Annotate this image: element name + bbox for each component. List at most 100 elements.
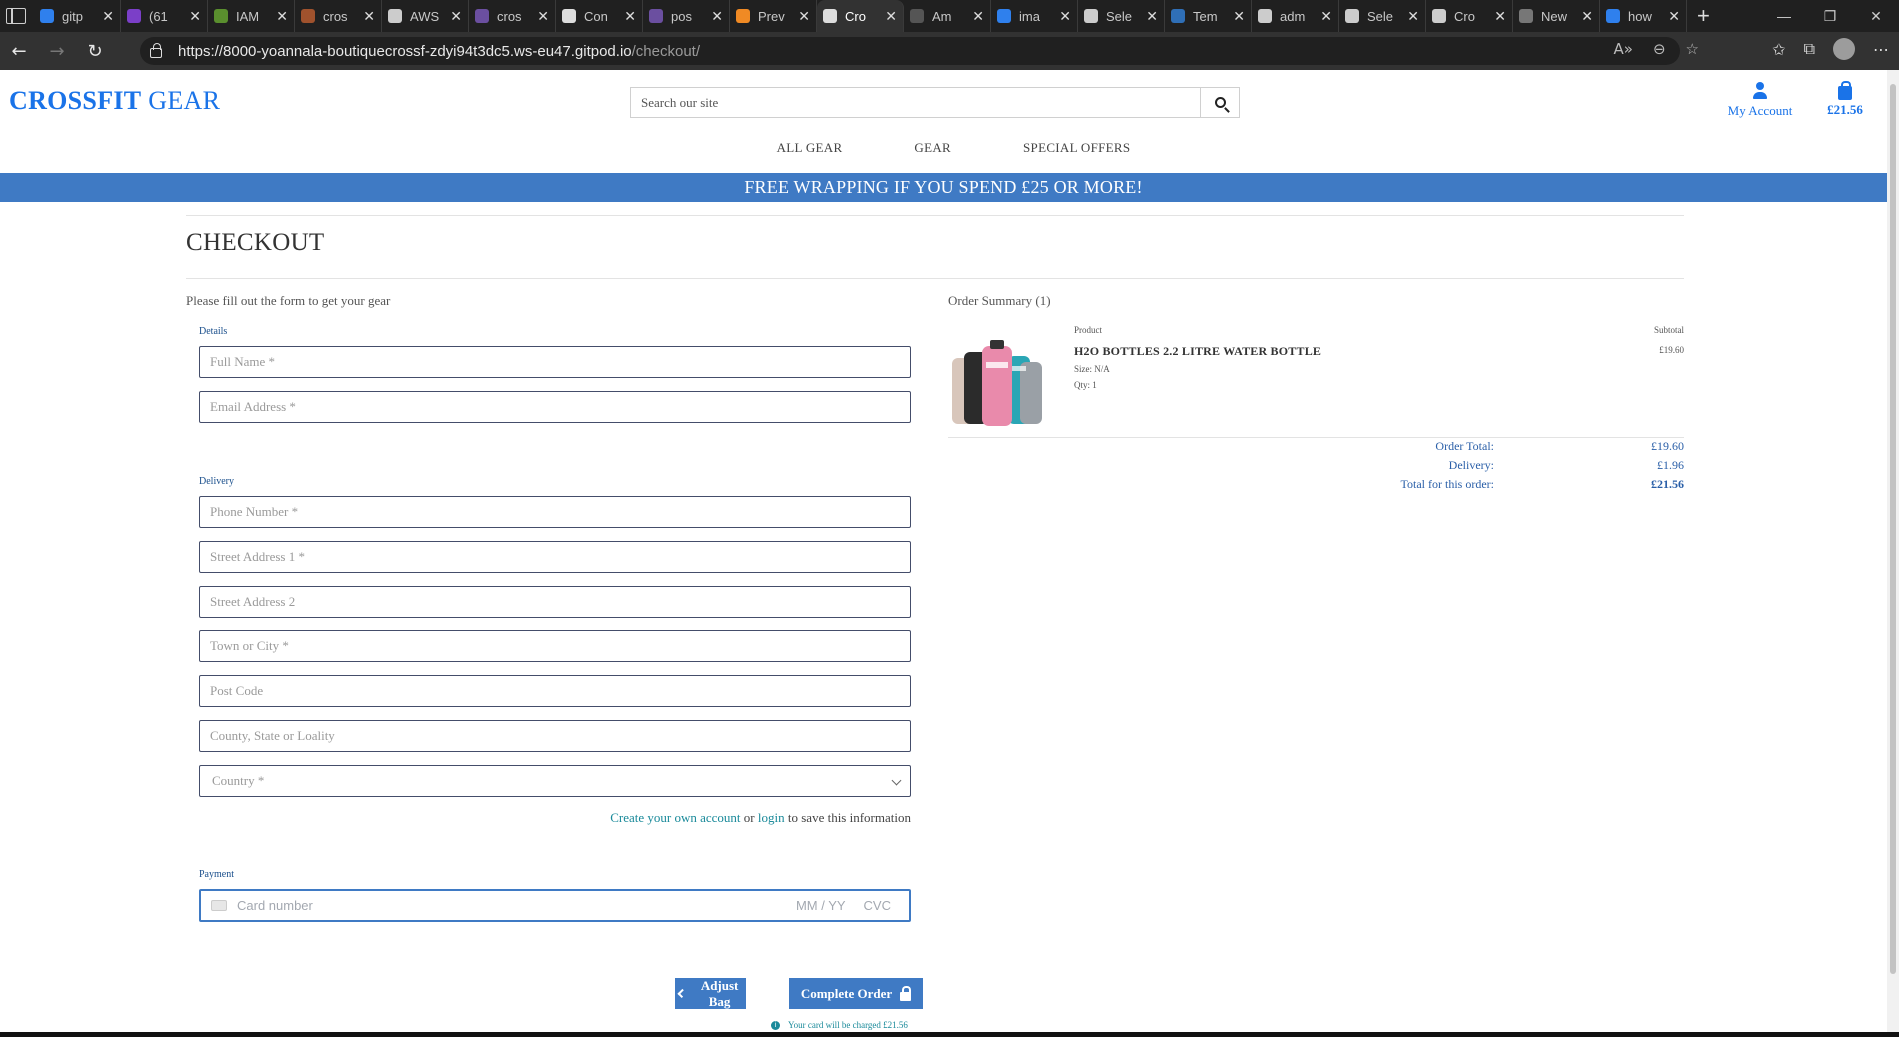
forward-icon[interactable]: → — [38, 41, 76, 62]
new-tab-icon[interactable]: + — [1697, 3, 1710, 29]
close-tab-icon[interactable]: ✕ — [1494, 8, 1506, 25]
login-link[interactable]: login — [758, 810, 785, 825]
payment-legend: Payment — [199, 869, 234, 880]
browser-tab[interactable]: how ✕ — [1600, 0, 1687, 32]
tab-title: Cro — [1454, 8, 1475, 24]
phone-field[interactable] — [199, 496, 911, 528]
tab-title: pos — [671, 8, 692, 24]
browser-tab[interactable]: Sele ✕ — [1078, 0, 1165, 32]
browser-tab[interactable]: IAM ✕ — [208, 0, 295, 32]
close-tab-icon[interactable]: ✕ — [885, 8, 897, 25]
browser-tab[interactable]: ima ✕ — [991, 0, 1078, 32]
add-favorite-icon[interactable]: ☆ — [1686, 40, 1699, 58]
browser-tab[interactable]: Cro ✕ — [817, 0, 904, 32]
tab-title: gitp — [62, 8, 83, 24]
close-tab-icon[interactable]: ✕ — [1320, 8, 1332, 25]
close-window-icon[interactable]: ✕ — [1853, 0, 1899, 32]
close-tab-icon[interactable]: ✕ — [711, 8, 723, 25]
browser-tab[interactable]: cros ✕ — [469, 0, 556, 32]
close-tab-icon[interactable]: ✕ — [450, 8, 462, 25]
tab-title: Sele — [1367, 8, 1394, 24]
zoom-icon[interactable]: ⊖ — [1653, 40, 1666, 58]
close-tab-icon[interactable]: ✕ — [1668, 8, 1680, 25]
close-tab-icon[interactable]: ✕ — [1581, 8, 1593, 25]
restore-icon[interactable]: ❐ — [1807, 0, 1853, 32]
shopping-bag-link[interactable]: £21.56 — [1822, 81, 1868, 118]
full-name-field[interactable] — [199, 346, 911, 378]
delivery-label: Delivery: — [1448, 458, 1494, 472]
close-tab-icon[interactable]: ✕ — [972, 8, 984, 25]
close-tab-icon[interactable]: ✕ — [102, 8, 114, 25]
browser-tab[interactable]: New ✕ — [1513, 0, 1600, 32]
minimize-icon[interactable]: — — [1761, 0, 1807, 32]
street-address-1-field[interactable] — [199, 541, 911, 573]
my-account-link[interactable]: My Account — [1718, 82, 1802, 119]
close-tab-icon[interactable]: ✕ — [1407, 8, 1419, 25]
browser-tab[interactable]: Cro ✕ — [1426, 0, 1513, 32]
product-header: Product — [1074, 325, 1102, 335]
browser-tab[interactable]: adm ✕ — [1252, 0, 1339, 32]
complete-order-button[interactable]: Complete Order — [789, 978, 923, 1009]
street-address-2-field[interactable] — [199, 586, 911, 618]
url-field[interactable]: https://8000-yoannala-boutiquecrossf-zdy… — [140, 37, 1680, 65]
read-aloud-icon[interactable]: A» — [1614, 40, 1633, 58]
browser-tab[interactable]: Con ✕ — [556, 0, 643, 32]
browser-tab[interactable]: Prev ✕ — [730, 0, 817, 32]
browser-tab[interactable]: Tem ✕ — [1165, 0, 1252, 32]
favorites-icon[interactable]: ✩ — [1772, 40, 1785, 59]
email-field[interactable] — [199, 391, 911, 423]
close-tab-icon[interactable]: ✕ — [363, 8, 375, 25]
browser-tab[interactable]: Sele ✕ — [1339, 0, 1426, 32]
more-menu-icon[interactable]: ⋯ — [1873, 40, 1889, 59]
tab-actions-icon[interactable] — [6, 8, 26, 24]
nav-special-offers[interactable]: SPECIAL OFFERS — [1003, 140, 1130, 156]
browser-tab[interactable]: pos ✕ — [643, 0, 730, 32]
url-path: /checkout/ — [631, 42, 700, 60]
close-tab-icon[interactable]: ✕ — [1146, 8, 1158, 25]
scrollbar-thumb[interactable] — [1890, 84, 1896, 974]
search-button[interactable] — [1200, 88, 1239, 117]
chevron-left-icon — [677, 988, 687, 999]
profile-avatar[interactable] — [1833, 38, 1855, 60]
tab-favicon-icon — [1606, 9, 1620, 23]
browser-tab[interactable]: gitp ✕ — [34, 0, 121, 32]
site-search — [630, 87, 1240, 118]
tab-favicon-icon — [649, 9, 663, 23]
site-logo[interactable]: CROSSFIT GEAR — [9, 86, 220, 116]
product-name: H2O BOTTLES 2.2 LITRE WATER BOTTLE — [1074, 344, 1322, 358]
browser-tab[interactable]: (61 ✕ — [121, 0, 208, 32]
page-scrollbar[interactable] — [1887, 70, 1899, 1037]
browser-tab[interactable]: cros ✕ — [295, 0, 382, 32]
save-info-line: Create your own account or login to save… — [610, 810, 911, 826]
postcode-field[interactable] — [199, 675, 911, 707]
close-tab-icon[interactable]: ✕ — [276, 8, 288, 25]
close-tab-icon[interactable]: ✕ — [537, 8, 549, 25]
browser-tab[interactable]: AWS ✕ — [382, 0, 469, 32]
tab-title: cros — [497, 8, 522, 24]
card-cvc-placeholder: CVC — [863, 898, 891, 913]
back-icon[interactable]: ← — [0, 41, 38, 62]
country-select[interactable]: Country * — [199, 765, 911, 797]
adjust-bag-button[interactable]: Adjust Bag — [675, 978, 746, 1009]
close-tab-icon[interactable]: ✕ — [798, 8, 810, 25]
nav-gear[interactable]: GEAR — [894, 140, 951, 156]
reload-icon[interactable]: ↻ — [76, 41, 114, 62]
close-tab-icon[interactable]: ✕ — [1233, 8, 1245, 25]
product-subtotal: £19.60 — [1659, 345, 1684, 355]
collections-icon[interactable]: ⧉ — [1804, 39, 1815, 59]
county-field[interactable] — [199, 720, 911, 752]
nav-all-gear[interactable]: ALL GEAR — [757, 140, 843, 156]
order-total-label: Order Total: — [1435, 439, 1494, 453]
card-element[interactable]: Card number MM / YY CVC — [199, 889, 911, 922]
close-tab-icon[interactable]: ✕ — [624, 8, 636, 25]
grand-total-label: Total for this order: — [1400, 477, 1494, 491]
search-input[interactable] — [631, 88, 1200, 117]
lock-icon[interactable] — [150, 43, 162, 58]
browser-tab[interactable]: Am ✕ — [904, 0, 991, 32]
close-tab-icon[interactable]: ✕ — [1059, 8, 1071, 25]
town-field[interactable] — [199, 630, 911, 662]
close-tab-icon[interactable]: ✕ — [189, 8, 201, 25]
tab-favicon-icon — [1084, 9, 1098, 23]
create-account-link[interactable]: Create your own account — [610, 810, 740, 825]
tab-favicon-icon — [214, 9, 228, 23]
